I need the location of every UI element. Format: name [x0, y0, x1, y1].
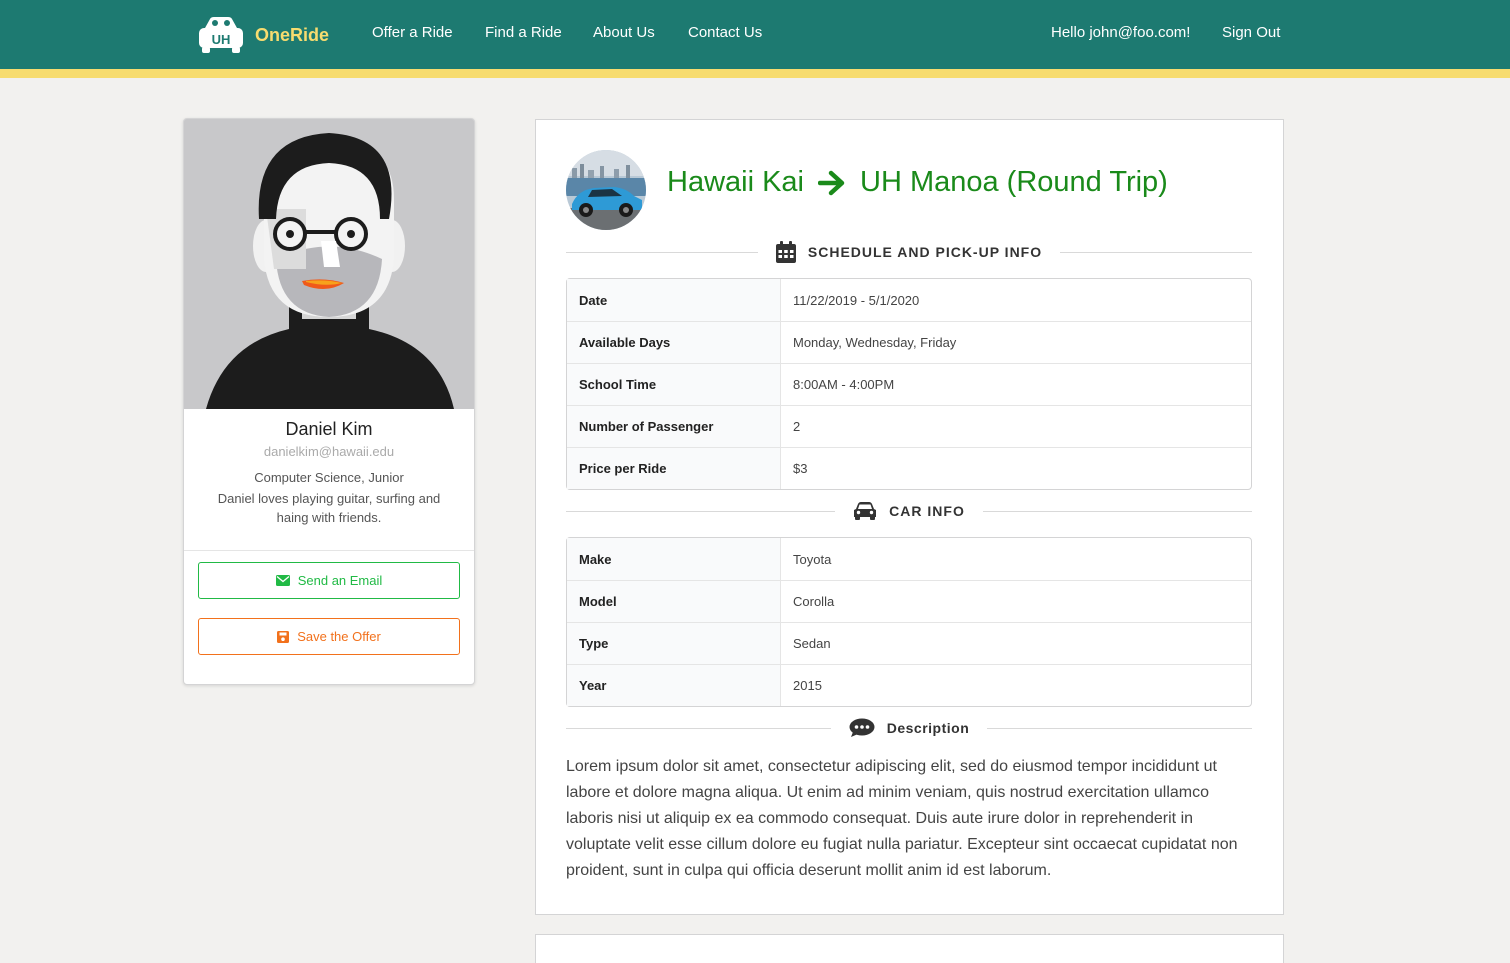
envelope-icon	[275, 575, 290, 586]
car-icon	[853, 502, 877, 520]
top-navbar: UH OneRide Offer a Ride Find a Ride Abou…	[0, 0, 1510, 69]
schedule-table: Date 11/22/2019 - 5/1/2020 Available Day…	[566, 278, 1252, 490]
description-header-content: Description	[831, 718, 988, 738]
car-info-header-label: CAR INFO	[889, 503, 965, 519]
car-logo-icon: UH	[195, 16, 247, 54]
arrow-right-icon	[818, 170, 846, 196]
next-panel	[535, 934, 1284, 963]
route-destination: UH Manoa (Round Trip)	[860, 166, 1168, 198]
car-photo	[566, 150, 646, 230]
table-row: Year 2015	[567, 664, 1251, 706]
brand-name: OneRide	[255, 24, 330, 45]
save-icon	[277, 630, 290, 643]
row-label: Date	[567, 279, 781, 321]
row-label: Make	[567, 538, 781, 580]
row-value: Toyota	[793, 551, 832, 567]
table-row: Type Sedan	[567, 622, 1251, 664]
ride-description: Lorem ipsum dolor sit amet, consectetur …	[566, 758, 1238, 879]
description-header-label: Description	[886, 720, 970, 736]
row-value: $3	[781, 447, 1251, 489]
schedule-header-label: SCHEDULE AND PICK-UP INFO	[807, 244, 1043, 260]
brand-logo-link[interactable]: UH OneRide	[195, 15, 329, 55]
driver-email: danielkim@hawaii.edu	[263, 444, 395, 459]
row-label: Price per Ride	[567, 447, 781, 489]
comments-icon	[849, 718, 875, 738]
row-label: Type	[567, 622, 781, 664]
header-rule	[987, 727, 1253, 729]
car-info-header: CAR INFO	[566, 499, 1253, 523]
nav-about-us[interactable]: About Us	[593, 24, 655, 41]
ride-offer-panel: Hawaii Kai UH Manoa (Round Trip) SCHEDUL…	[535, 119, 1284, 915]
driver-bio: Daniel loves playing guitar, surfing and…	[217, 491, 441, 525]
send-email-label: Send an Email	[297, 573, 383, 588]
table-row: Price per Ride $3	[567, 447, 1251, 489]
row-value: Corolla	[781, 580, 1251, 622]
row-value: 8:00AM - 4:00PM	[781, 363, 1251, 405]
car-info-header-content: CAR INFO	[835, 502, 983, 520]
svg-text:UH: UH	[212, 32, 231, 47]
row-label: Year	[567, 664, 781, 706]
save-offer-label: Save the Offer	[297, 629, 381, 644]
row-value: 11/22/2019 - 5/1/2020	[793, 292, 920, 308]
schedule-header-content: SCHEDULE AND PICK-UP INFO	[758, 241, 1060, 263]
avatar	[184, 119, 474, 409]
row-label: Model	[567, 580, 781, 622]
driver-major: Computer Science, Junior	[254, 470, 404, 485]
nav-contact-us[interactable]: Contact Us	[688, 24, 762, 41]
send-email-button[interactable]: Send an Email	[198, 562, 460, 599]
nav-offer-ride[interactable]: Offer a Ride	[372, 24, 453, 41]
navbar-stripe	[0, 69, 1510, 78]
schedule-header: SCHEDULE AND PICK-UP INFO	[566, 240, 1253, 264]
row-label: Available Days	[567, 321, 781, 363]
table-row: Date 11/22/2019 - 5/1/2020	[567, 279, 1251, 321]
card-divider	[184, 550, 474, 551]
header-rule	[566, 251, 758, 253]
table-row: School Time 8:00AM - 4:00PM	[567, 363, 1251, 405]
nav-find-ride[interactable]: Find a Ride	[485, 24, 562, 41]
row-label: School Time	[567, 363, 781, 405]
row-value: 2015	[781, 664, 1251, 706]
row-value: Sedan	[781, 622, 1251, 664]
table-row: Number of Passenger 2	[567, 405, 1251, 447]
route-title: Hawaii Kai UH Manoa (Round Trip)	[667, 166, 1168, 199]
table-row: Model Corolla	[567, 580, 1251, 622]
description-header: Description	[566, 716, 1253, 740]
row-value: 2	[781, 405, 1251, 447]
table-row: Available Days Monday, Wednesday, Friday	[567, 321, 1251, 363]
sign-out-link[interactable]: Sign Out	[1222, 24, 1280, 41]
header-rule	[566, 727, 831, 729]
user-greeting-menu[interactable]: Hello john@foo.com!	[1051, 24, 1190, 41]
route-origin: Hawaii Kai	[667, 166, 804, 198]
calendar-icon	[775, 241, 796, 263]
save-offer-button[interactable]: Save the Offer	[198, 618, 460, 655]
header-rule	[982, 510, 1253, 512]
driver-name: Daniel Kim	[285, 419, 373, 439]
row-value: Monday, Wednesday, Friday	[781, 321, 1251, 363]
header-rule	[1060, 251, 1253, 253]
header-rule	[566, 510, 836, 512]
car-info-table: Make Toyota Model Corolla Type Sedan Yea…	[566, 537, 1252, 707]
row-label: Number of Passenger	[567, 405, 781, 447]
driver-profile-card: Daniel Kim danielkim@hawaii.edu Computer…	[183, 118, 475, 685]
table-row: Make Toyota	[567, 538, 1251, 580]
